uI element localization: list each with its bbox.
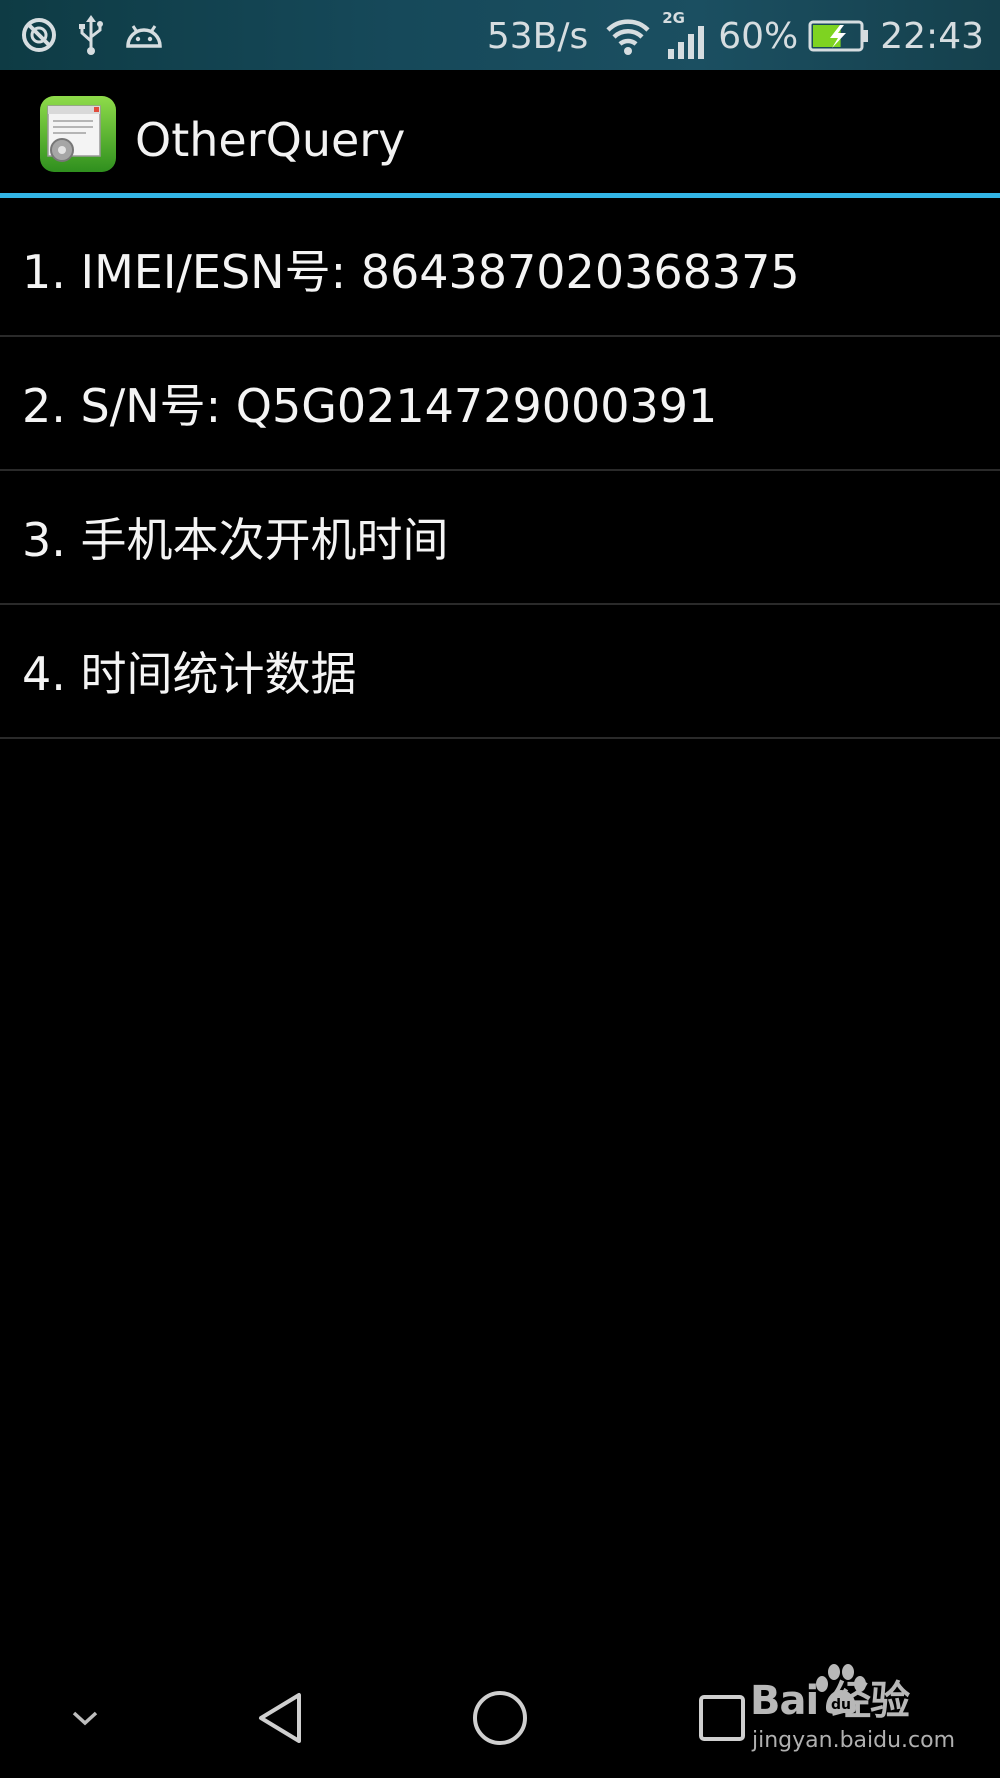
screen: 53B/s 2G 60% 22:43 OtherQuery 1. IMEI/ES…: [0, 0, 1000, 1778]
menu-list: 1. IMEI/ESN号: 864387020368375 2. S/N号: Q…: [0, 203, 1000, 739]
app-title: OtherQuery: [135, 113, 406, 167]
signal-icon: [668, 26, 705, 59]
back-button[interactable]: [230, 1658, 330, 1778]
notification-icon: [20, 16, 58, 54]
status-bar: 53B/s 2G 60% 22:43: [0, 0, 1000, 70]
usb-icon: [76, 15, 106, 55]
list-item-label: 1. IMEI/ESN号: 864387020368375: [22, 245, 800, 299]
status-left-icons: [20, 14, 164, 56]
android-debug-icon: [124, 20, 164, 50]
list-item-label: 3. 手机本次开机时间: [22, 513, 449, 567]
action-bar: OtherQuery: [0, 70, 1000, 198]
battery-icon: [808, 20, 870, 52]
home-button[interactable]: [450, 1658, 550, 1778]
home-icon: [473, 1691, 527, 1745]
baidu-jingyan-watermark: Bai 经验 du jingyan.baidu.com: [750, 1664, 955, 1758]
list-item-label: 4. 时间统计数据: [22, 647, 357, 701]
watermark-url: jingyan.baidu.com: [752, 1728, 956, 1753]
status-right: 53B/s 2G 60% 22:43: [487, 8, 984, 64]
list-item-serial-number[interactable]: 2. S/N号: Q5G0214729000391: [0, 337, 1000, 471]
list-item-time-stats[interactable]: 4. 时间统计数据: [0, 605, 1000, 739]
signal-indicator: 2G: [662, 9, 708, 59]
list-item-boot-time[interactable]: 3. 手机本次开机时间: [0, 471, 1000, 605]
app-icon[interactable]: [38, 94, 118, 174]
clock: 22:43: [880, 15, 984, 57]
hide-nav-icon: [72, 1711, 98, 1726]
hide-nav-button[interactable]: [40, 1658, 130, 1778]
back-icon: [259, 1693, 301, 1743]
paw-icon: du: [816, 1664, 866, 1714]
list-item-label: 2. S/N号: Q5G0214729000391: [22, 379, 718, 433]
battery-percent: 60%: [718, 15, 799, 57]
svg-text:du: du: [831, 1697, 851, 1713]
net-speed: 53B/s: [486, 15, 589, 57]
list-item-imei[interactable]: 1. IMEI/ESN号: 864387020368375: [0, 203, 1000, 337]
recents-icon: [699, 1695, 745, 1741]
wifi-icon: [604, 16, 652, 56]
